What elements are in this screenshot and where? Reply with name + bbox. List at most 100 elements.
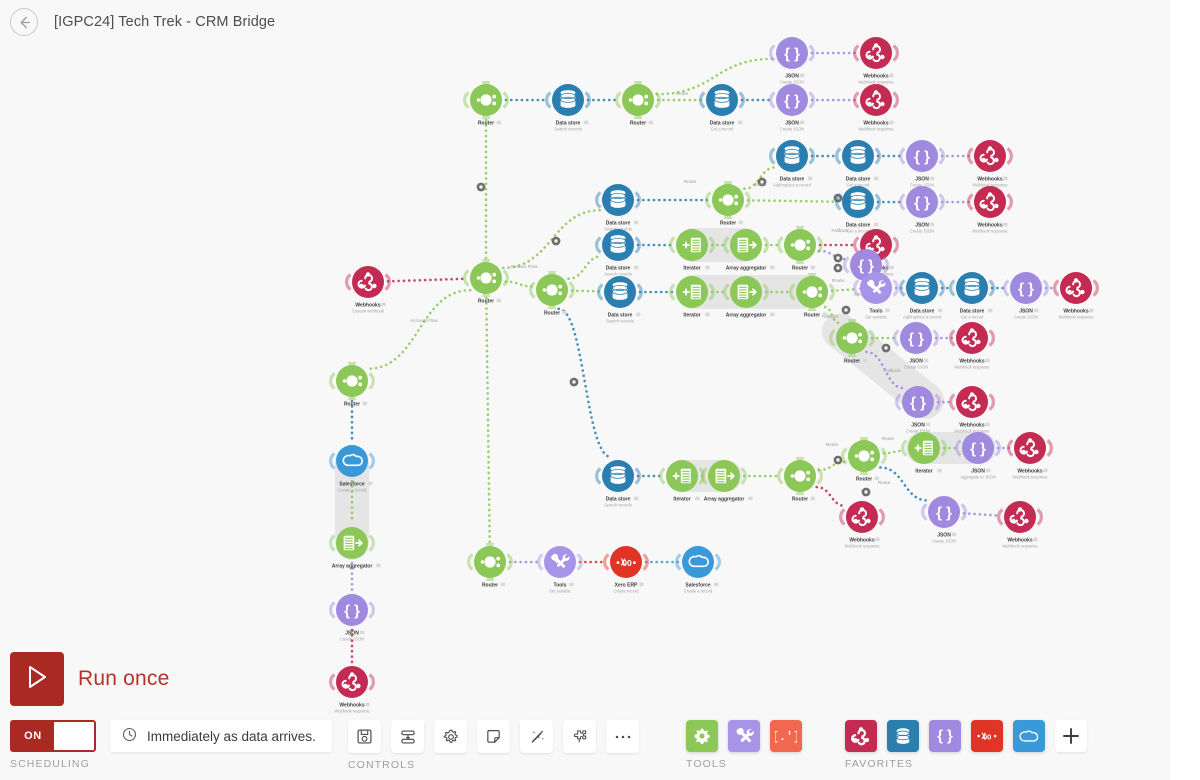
scenario-module[interactable]: Router xyxy=(705,181,751,227)
scenario-module[interactable]: Data storeGet a record xyxy=(835,186,881,234)
scenario-module[interactable]: Data storeSearch records xyxy=(595,229,641,277)
module-circle[interactable] xyxy=(336,666,368,698)
scenario-module[interactable]: Data storeGet a record xyxy=(949,272,995,320)
module-input-port[interactable] xyxy=(899,147,906,165)
module-circle[interactable] xyxy=(352,266,384,298)
notes-button[interactable] xyxy=(477,720,510,753)
connection-line[interactable] xyxy=(501,208,603,270)
module-input-port[interactable] xyxy=(669,236,676,254)
connection-line[interactable] xyxy=(815,485,847,508)
scenario-module[interactable]: WebhooksWebhook response xyxy=(853,37,899,85)
scenario-module[interactable]: WebhooksCustom webhook xyxy=(345,266,391,314)
scenario-module[interactable]: Router xyxy=(841,437,887,483)
favorite-datastore-button[interactable] xyxy=(887,720,919,752)
module-input-port[interactable] xyxy=(843,256,850,274)
scenario-module[interactable]: { }JSONCreate JSON xyxy=(769,37,815,85)
connection-line[interactable] xyxy=(504,280,534,288)
module-input-port[interactable] xyxy=(997,508,1004,526)
favorite-json-button[interactable]: { } xyxy=(929,720,961,752)
module-input-port[interactable] xyxy=(853,279,860,297)
module-output-port[interactable] xyxy=(368,673,375,691)
module-circle[interactable] xyxy=(956,386,988,418)
scenario-module[interactable]: Router xyxy=(615,81,661,127)
module-input-port[interactable] xyxy=(1003,279,1010,297)
magic-align-button[interactable] xyxy=(520,720,553,753)
scenario-module[interactable]: Router xyxy=(777,457,823,503)
scheduling-toggle[interactable]: ON xyxy=(10,720,96,752)
scenario-module[interactable]: WebhooksWebhook response xyxy=(949,322,995,370)
module-input-port[interactable] xyxy=(345,273,352,291)
module-circle[interactable] xyxy=(846,501,878,533)
module-input-port[interactable] xyxy=(329,534,336,552)
connection-line[interactable] xyxy=(817,249,849,261)
module-output-port[interactable] xyxy=(892,44,899,62)
connection-line[interactable] xyxy=(567,254,603,281)
module-output-port[interactable] xyxy=(368,534,375,552)
scenario-module[interactable]: Data storeGet a record xyxy=(699,84,745,132)
scenario-module[interactable]: Data storeSearch records xyxy=(595,460,641,508)
module-output-port[interactable] xyxy=(828,283,835,301)
connection-line[interactable] xyxy=(962,512,1002,517)
scenario-module[interactable]: WebhooksWebhook response xyxy=(1053,272,1099,320)
module-input-port[interactable] xyxy=(949,279,956,297)
back-button[interactable] xyxy=(10,8,38,36)
addons-button[interactable] xyxy=(563,720,596,753)
scenario-module[interactable]: Router xyxy=(529,271,575,317)
module-input-port[interactable] xyxy=(769,147,776,165)
scenario-module[interactable]: WebhooksWebhook response xyxy=(329,666,375,714)
module-circle[interactable] xyxy=(682,546,714,578)
favorite-xero-button[interactable]: 00 xyxy=(971,720,1003,752)
module-output-port[interactable] xyxy=(368,601,375,619)
scenario-module[interactable]: Data storeAdd/replace a record xyxy=(769,140,815,188)
module-input-port[interactable] xyxy=(597,283,604,301)
scenario-module[interactable]: { }JSONCreate JSON xyxy=(921,496,967,544)
module-output-port[interactable] xyxy=(368,452,375,470)
module-input-port[interactable] xyxy=(967,147,974,165)
scenario-module[interactable]: WebhooksWebhook response xyxy=(949,386,995,434)
module-output-port[interactable] xyxy=(892,91,899,109)
module-input-port[interactable] xyxy=(853,44,860,62)
module-input-port[interactable] xyxy=(595,467,602,485)
module-circle[interactable] xyxy=(956,322,988,354)
tool-text-parser-button[interactable]: [.'] xyxy=(770,720,802,752)
module-output-port[interactable] xyxy=(502,269,509,287)
module-circle[interactable] xyxy=(974,140,1006,172)
scenario-module[interactable]: WebhooksWebhook response xyxy=(967,186,1013,234)
module-output-port[interactable] xyxy=(816,467,823,485)
module-input-port[interactable] xyxy=(329,372,336,390)
scenario-module[interactable]: Router xyxy=(329,362,375,408)
scenario-module[interactable]: Router xyxy=(463,259,509,305)
connection-line[interactable] xyxy=(882,449,906,455)
module-input-port[interactable] xyxy=(769,91,776,109)
module-output-port[interactable] xyxy=(988,329,995,347)
module-input-port[interactable] xyxy=(853,236,860,254)
scenario-module[interactable]: WebhooksWebhook response xyxy=(839,501,885,549)
module-input-port[interactable] xyxy=(853,91,860,109)
scenario-module[interactable]: 00Xero ERPCreate record xyxy=(603,546,649,594)
scenario-canvas[interactable]: Contact Flow Route Route Fallback Route Accou… xyxy=(0,0,1170,780)
scenario-module[interactable]: Data storeSearch records xyxy=(545,84,591,132)
scenario-module[interactable]: WebhooksWebhook response xyxy=(967,140,1013,188)
connection-line[interactable] xyxy=(386,277,468,283)
module-input-port[interactable] xyxy=(595,191,602,209)
module-input-port[interactable] xyxy=(329,673,336,691)
module-input-port[interactable] xyxy=(705,191,712,209)
tool-tools-button[interactable] xyxy=(728,720,760,752)
scenario-module[interactable]: Router xyxy=(463,81,509,127)
connection-line[interactable] xyxy=(570,289,602,293)
module-input-port[interactable] xyxy=(659,467,666,485)
module-input-port[interactable] xyxy=(777,467,784,485)
tool-flow-control-button[interactable] xyxy=(686,720,718,752)
module-output-port[interactable] xyxy=(368,372,375,390)
module-input-port[interactable] xyxy=(699,91,706,109)
favorite-salesforce-button[interactable] xyxy=(1013,720,1045,752)
module-output-port[interactable] xyxy=(1092,279,1099,297)
scenario-module[interactable]: WebhooksWebhook response xyxy=(1007,432,1053,480)
scenario-module[interactable]: { }JSONCreate JSON xyxy=(899,186,945,234)
module-input-port[interactable] xyxy=(463,91,470,109)
module-output-port[interactable] xyxy=(892,236,899,254)
connection-line[interactable] xyxy=(746,199,840,203)
module-circle[interactable] xyxy=(336,445,368,477)
connection-line[interactable] xyxy=(366,288,472,371)
save-button[interactable] xyxy=(348,720,381,753)
